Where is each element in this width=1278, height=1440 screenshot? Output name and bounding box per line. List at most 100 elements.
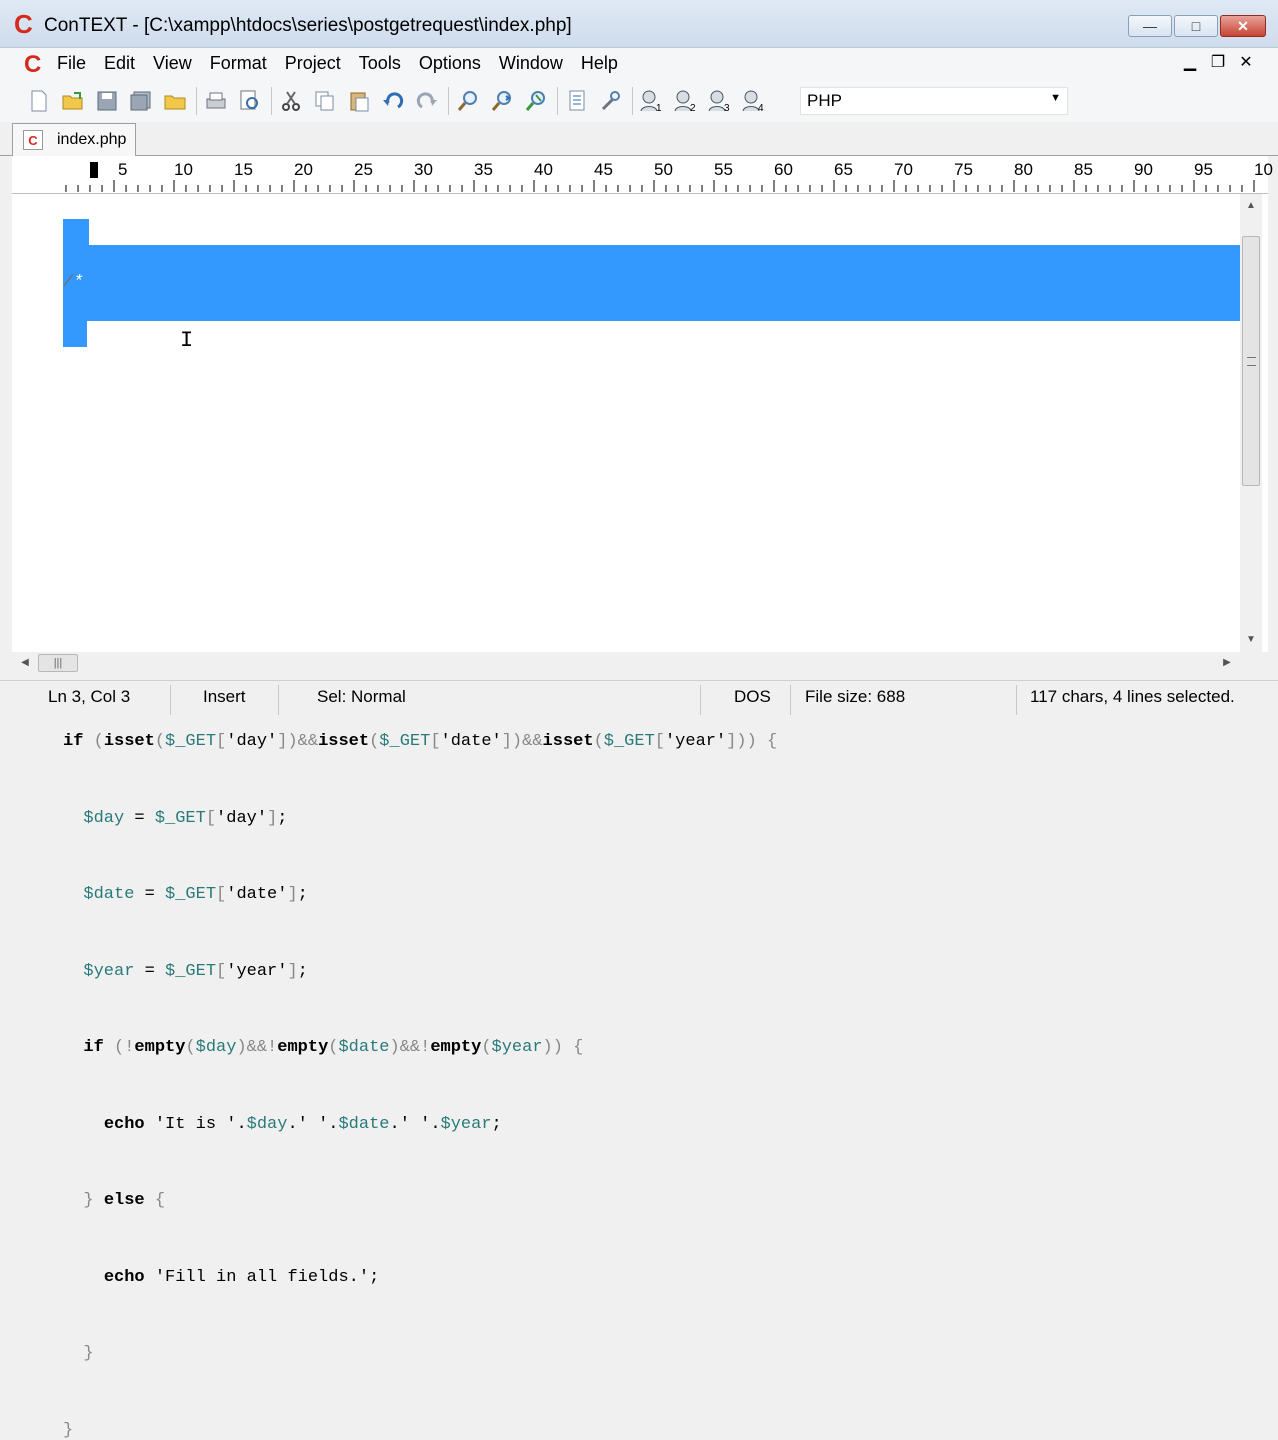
- horizontal-scrollbar[interactable]: ◀ ||| ▶: [12, 652, 1240, 674]
- ruler-number: 40: [534, 160, 553, 180]
- ruler-ticks: [64, 180, 1264, 192]
- minimize-button[interactable]: —: [1128, 15, 1172, 37]
- find-next-icon[interactable]: [489, 88, 515, 114]
- code-line: echo 'Fill in all fields.';: [63, 1265, 1239, 1291]
- menu-view[interactable]: View: [153, 53, 192, 74]
- menu-tools[interactable]: Tools: [359, 53, 401, 74]
- scroll-left-arrow-icon[interactable]: ◀: [14, 652, 36, 674]
- scroll-grip-icon: [1247, 357, 1256, 366]
- toolbar-separator: [448, 87, 449, 115]
- language-select-value: PHP: [807, 91, 842, 110]
- toolbar-separator: [271, 87, 272, 115]
- code-line-selected: 3. Display back to user: [63, 500, 1239, 526]
- chevron-down-icon[interactable]: ▼: [1050, 92, 1061, 104]
- tools-icon[interactable]: [598, 88, 624, 114]
- ruler-number: 15: [234, 160, 253, 180]
- ruler-number: 90: [1134, 160, 1153, 180]
- ruler-number: 5: [118, 160, 127, 180]
- app-logo-icon: C: [14, 11, 36, 37]
- ruler: 510152025303540455055606570758085909510: [12, 156, 1268, 194]
- tab-index-php[interactable]: C index.php: [12, 123, 136, 156]
- scroll-right-arrow-icon[interactable]: ▶: [1216, 652, 1238, 674]
- menu-edit[interactable]: Edit: [104, 53, 135, 74]
- status-file-size: File size: 688: [805, 687, 905, 707]
- cut-icon[interactable]: [278, 88, 304, 114]
- status-bar: Ln 3, Col 3 Insert Sel: Normal DOS File …: [0, 680, 1278, 720]
- code-editor[interactable]: /* 1. Does it exist? or "Has it been sub…: [12, 194, 1268, 652]
- code-line: echo 'It is '.$day.' '.$date.' '.$year;: [63, 1112, 1239, 1138]
- close-button[interactable]: ✕: [1220, 15, 1266, 37]
- status-divider: [170, 685, 171, 715]
- doc-close-button[interactable]: ✕: [1232, 52, 1260, 72]
- ruler-number: 10: [174, 160, 193, 180]
- svg-text:3: 3: [724, 103, 730, 113]
- document-logo-icon[interactable]: C: [24, 51, 46, 77]
- save-all-icon[interactable]: [128, 88, 154, 114]
- doc-minimize-button[interactable]: ▁: [1176, 52, 1204, 72]
- paste-icon[interactable]: [346, 88, 372, 114]
- status-cursor-position: Ln 3, Col 3: [48, 687, 130, 707]
- menu-bar: C File Edit View Format Project Tools Op…: [0, 48, 1278, 80]
- menu-format[interactable]: Format: [210, 53, 267, 74]
- ruler-number: 60: [774, 160, 793, 180]
- status-line-endings[interactable]: DOS: [734, 687, 771, 707]
- toolbar: 1 2 3 4 PHP ▼: [0, 80, 1278, 122]
- print-preview-icon[interactable]: [237, 88, 263, 114]
- window-title: ConTEXT - [C:\xampp\htdocs\series\postge…: [44, 15, 572, 37]
- user-1-icon[interactable]: 1: [639, 88, 665, 114]
- redo-icon[interactable]: [414, 88, 440, 114]
- ruler-number: 30: [414, 160, 433, 180]
- menu-items: File Edit View Format Project Tools Opti…: [57, 53, 636, 74]
- code-line-selected: 1. Does it exist? or "Has it been submit…: [63, 347, 1239, 373]
- menu-window[interactable]: Window: [499, 53, 563, 74]
- ruler-number: 25: [354, 160, 373, 180]
- status-selection-mode[interactable]: Sel: Normal: [317, 687, 406, 707]
- ruler-number: 50: [654, 160, 673, 180]
- selected-comment-start: *: [73, 273, 83, 292]
- vertical-scroll-thumb[interactable]: [1242, 236, 1260, 486]
- status-divider: [700, 685, 701, 715]
- vertical-scrollbar[interactable]: ▲ ▼: [1240, 194, 1262, 652]
- open-file-icon[interactable]: [60, 88, 86, 114]
- ruler-number: 75: [954, 160, 973, 180]
- user-3-icon[interactable]: 3: [707, 88, 733, 114]
- print-icon[interactable]: [203, 88, 229, 114]
- replace-icon[interactable]: [523, 88, 549, 114]
- scroll-up-arrow-icon[interactable]: ▲: [1240, 196, 1262, 216]
- code-text[interactable]: /* 1. Does it exist? or "Has it been sub…: [63, 219, 1239, 1440]
- user-2-icon[interactable]: 2: [673, 88, 699, 114]
- menu-file[interactable]: File: [57, 53, 86, 74]
- find-icon[interactable]: [455, 88, 481, 114]
- maximize-button[interactable]: □: [1174, 15, 1218, 37]
- menu-project[interactable]: Project: [285, 53, 341, 74]
- editor-gutter: [12, 194, 56, 652]
- code-line: } else {: [63, 1188, 1239, 1214]
- document-tab-strip: C index.php: [0, 122, 1278, 156]
- text-cursor-icon: I: [180, 328, 190, 354]
- ruler-number: 20: [294, 160, 313, 180]
- menu-help[interactable]: Help: [581, 53, 618, 74]
- save-icon[interactable]: [94, 88, 120, 114]
- new-file-icon[interactable]: [26, 88, 52, 114]
- menu-options[interactable]: Options: [419, 53, 481, 74]
- code-line: if (!empty($day)&&!empty($date)&&!empty(…: [63, 1035, 1239, 1061]
- code-line: if (isset($_GET['day'])&&isset($_GET['da…: [63, 729, 1239, 755]
- language-select[interactable]: PHP ▼: [800, 87, 1068, 115]
- user-4-icon[interactable]: 4: [741, 88, 767, 114]
- undo-icon[interactable]: [380, 88, 406, 114]
- ruler-number: 55: [714, 160, 733, 180]
- open-folder-icon[interactable]: [162, 88, 188, 114]
- ruler-number: 80: [1014, 160, 1033, 180]
- svg-text:1: 1: [656, 103, 662, 113]
- doc-restore-button[interactable]: ❐: [1204, 52, 1232, 72]
- status-insert-mode[interactable]: Insert: [203, 687, 246, 707]
- document-icon[interactable]: [564, 88, 590, 114]
- code-line-selected: */: [63, 576, 1239, 602]
- code-line: }: [63, 1341, 1239, 1367]
- scroll-down-arrow-icon[interactable]: ▼: [1240, 630, 1262, 650]
- horizontal-scroll-thumb[interactable]: |||: [38, 654, 78, 672]
- document-window-controls: ▁ ❐ ✕: [1176, 52, 1260, 72]
- toolbar-separator: [557, 87, 558, 115]
- copy-icon[interactable]: [312, 88, 338, 114]
- status-selection-info: 117 chars, 4 lines selected.: [1030, 687, 1235, 707]
